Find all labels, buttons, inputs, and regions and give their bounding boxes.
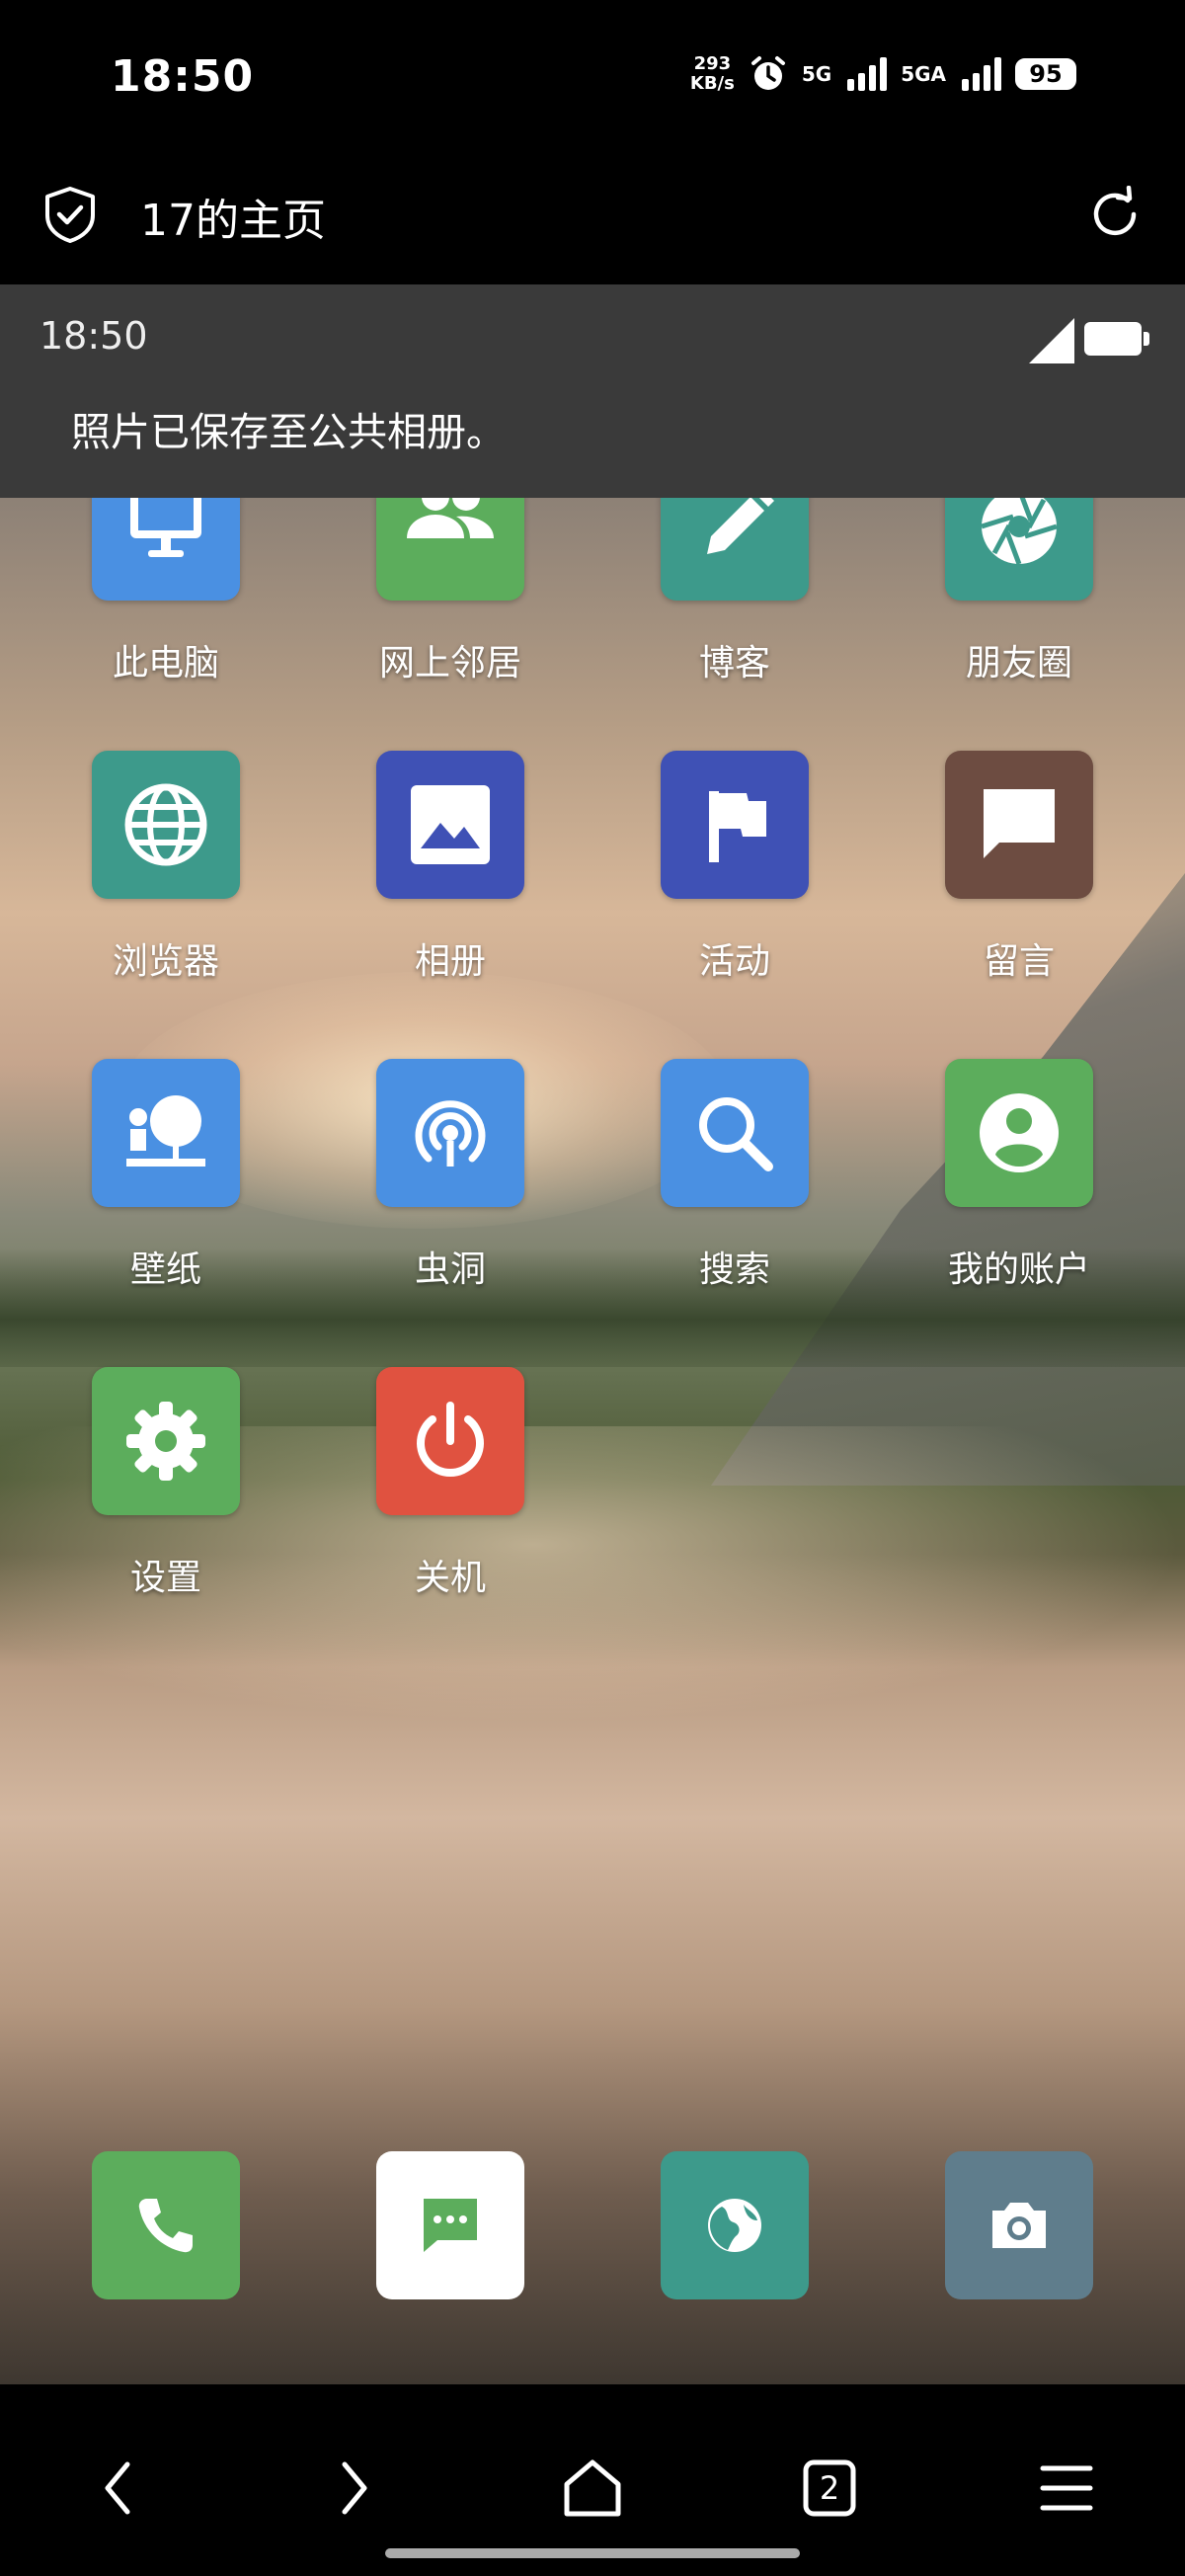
app-label: 关机 bbox=[414, 1558, 486, 1598]
cell-signal-icon bbox=[1029, 318, 1074, 363]
flag-icon bbox=[709, 791, 766, 862]
app-activity[interactable]: 活动 bbox=[636, 751, 833, 984]
app-label: 留言 bbox=[983, 941, 1055, 982]
notification-message: 照片已保存至公共相册。 bbox=[71, 410, 506, 455]
gear-icon bbox=[126, 1402, 205, 1481]
dock-phone[interactable] bbox=[92, 2151, 240, 2299]
search-icon bbox=[699, 1097, 773, 1171]
broadcast-icon bbox=[415, 1100, 486, 1167]
people-icon bbox=[407, 498, 494, 538]
app-label: 浏览器 bbox=[112, 941, 219, 982]
chevron-right-icon bbox=[342, 2461, 367, 2515]
app-shutdown[interactable]: 关机 bbox=[352, 1367, 549, 1600]
network-label-1: 5G bbox=[801, 62, 832, 86]
network-speed: 293 KB/s bbox=[689, 53, 735, 94]
status-time: 18:50 bbox=[111, 51, 255, 102]
power-icon bbox=[417, 1402, 484, 1477]
app-my-computer[interactable]: 此电脑 bbox=[67, 498, 265, 685]
app-label: 虫洞 bbox=[414, 1249, 486, 1290]
app-wormhole[interactable]: 虫洞 bbox=[352, 1059, 549, 1292]
wallpaper: 此电脑 网上邻居 博客 朋友圈 浏览器 相册 活动 留言 壁纸 虫洞 搜索 我的… bbox=[0, 498, 1185, 2384]
app-label: 相册 bbox=[414, 941, 486, 982]
message-icon bbox=[424, 2199, 477, 2252]
alarm-icon bbox=[750, 56, 785, 90]
notification-time: 18:50 bbox=[40, 314, 148, 358]
back-button[interactable] bbox=[83, 2454, 152, 2523]
app-tile[interactable] bbox=[92, 498, 240, 601]
signal-icon bbox=[847, 57, 888, 91]
app-label: 网上邻居 bbox=[378, 643, 521, 684]
camera-icon bbox=[992, 2203, 1046, 2248]
app-label: 搜索 bbox=[698, 1249, 770, 1290]
tab-count: 2 bbox=[819, 2469, 840, 2507]
app-label: 我的账户 bbox=[947, 1249, 1090, 1290]
app-label: 此电脑 bbox=[112, 643, 219, 684]
app-my-account[interactable]: 我的账户 bbox=[920, 1059, 1118, 1292]
monitor-icon bbox=[130, 498, 201, 557]
app-moments[interactable]: 朋友圈 bbox=[920, 498, 1118, 685]
app-wallpaper[interactable]: 壁纸 bbox=[67, 1059, 265, 1292]
page-title[interactable]: 17的主页 bbox=[140, 185, 326, 248]
app-search[interactable]: 搜索 bbox=[636, 1059, 833, 1292]
chevron-left-icon bbox=[105, 2461, 130, 2515]
home-button[interactable] bbox=[558, 2454, 627, 2523]
notification-banner[interactable]: 18:50 照片已保存至公共相册。 bbox=[0, 284, 1185, 498]
menu-button[interactable] bbox=[1032, 2454, 1101, 2523]
image-icon bbox=[411, 785, 490, 864]
pencil-icon bbox=[707, 498, 774, 554]
phone-icon bbox=[138, 2199, 193, 2253]
battery-indicator: 95 bbox=[1015, 58, 1076, 90]
tabs-button[interactable]: 2 bbox=[795, 2454, 864, 2523]
app-album[interactable]: 相册 bbox=[352, 751, 549, 984]
system-indicators: 293 KB/s 5G 5GA 95 bbox=[690, 54, 1076, 94]
aperture-icon bbox=[981, 498, 1058, 565]
status-bar: 18:50 293 KB/s 5G 5GA 95 bbox=[0, 0, 1185, 158]
account-icon bbox=[980, 1093, 1059, 1172]
network-label-2: 5GA bbox=[901, 62, 946, 86]
dock-messages[interactable] bbox=[376, 2151, 524, 2299]
browser-nav-bar: 2 bbox=[0, 2384, 1185, 2576]
app-label: 活动 bbox=[698, 941, 770, 982]
battery-icon bbox=[1084, 322, 1149, 356]
menu-icon bbox=[1040, 2465, 1093, 2511]
browser-address-bar: 17的主页 bbox=[0, 158, 1185, 284]
app-label: 朋友圈 bbox=[965, 643, 1072, 684]
app-settings[interactable]: 设置 bbox=[67, 1367, 265, 1600]
home-indicator[interactable] bbox=[385, 2548, 800, 2558]
dock-camera[interactable] bbox=[945, 2151, 1093, 2299]
forward-button[interactable] bbox=[320, 2454, 389, 2523]
app-browser[interactable]: 浏览器 bbox=[67, 751, 265, 984]
reload-icon[interactable] bbox=[1086, 186, 1144, 243]
signal-icon-2 bbox=[962, 57, 1001, 91]
wallpaper-icon bbox=[126, 1095, 205, 1167]
globe-icon bbox=[124, 783, 207, 866]
app-label: 壁纸 bbox=[129, 1249, 201, 1290]
app-label: 设置 bbox=[129, 1558, 201, 1598]
shield-check-icon[interactable] bbox=[43, 186, 97, 243]
app-network-neighbors[interactable]: 网上邻居 bbox=[352, 498, 549, 685]
dock-browser[interactable] bbox=[661, 2151, 809, 2299]
app-blog[interactable]: 博客 bbox=[636, 498, 833, 685]
browser-globe-icon bbox=[708, 2199, 761, 2252]
app-label: 博客 bbox=[698, 643, 770, 684]
home-icon bbox=[564, 2459, 621, 2517]
chat-icon bbox=[984, 789, 1055, 858]
app-message-board[interactable]: 留言 bbox=[920, 751, 1118, 984]
